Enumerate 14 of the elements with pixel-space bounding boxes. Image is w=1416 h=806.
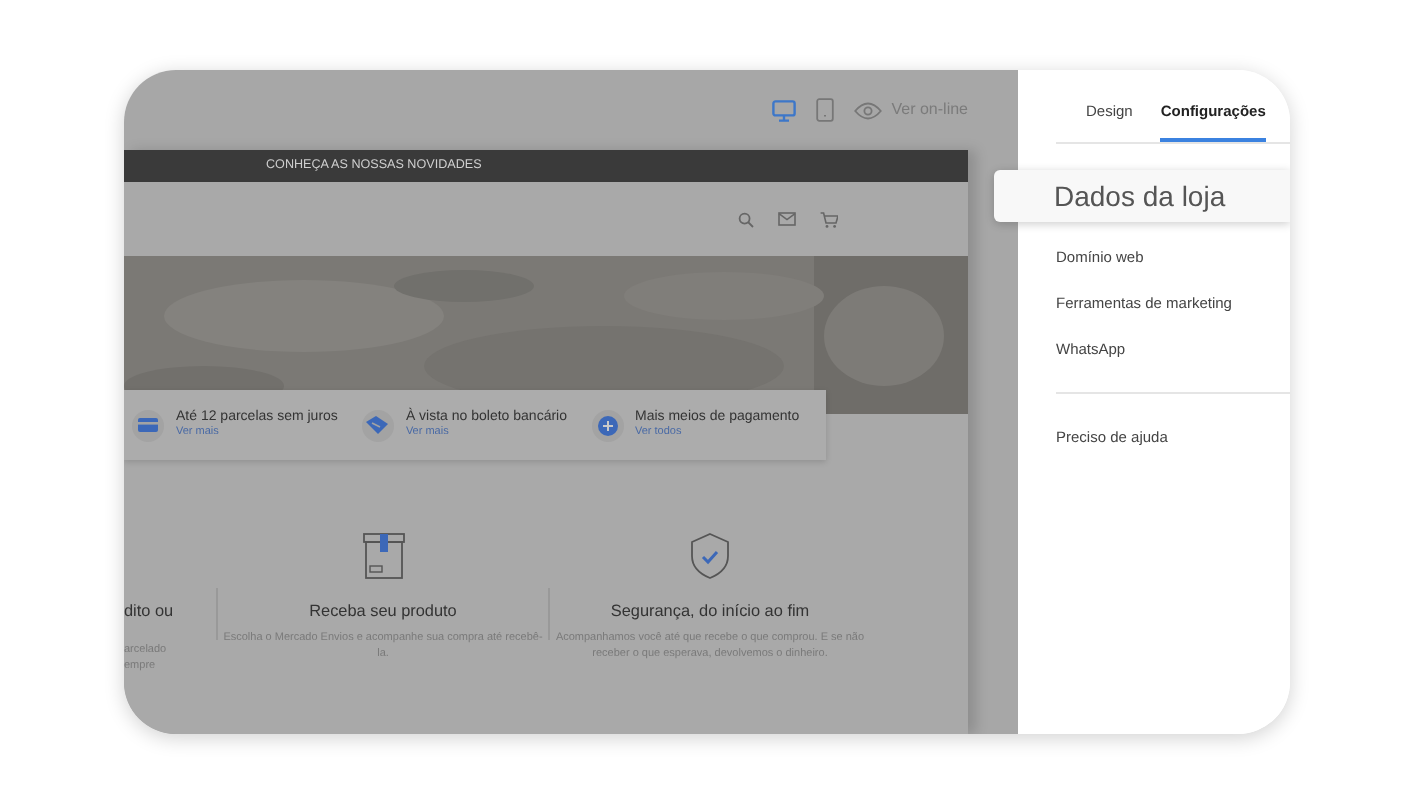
plus-icon	[591, 409, 623, 441]
feature-title: Segurança, do início ao fim	[610, 600, 810, 624]
desktop-button[interactable]	[771, 99, 796, 121]
eye-icon	[853, 101, 882, 119]
box-icon	[361, 532, 405, 580]
mobile-button[interactable]	[815, 98, 834, 122]
feature-title: Receba seu produto	[309, 600, 457, 624]
shield-check-icon	[690, 532, 730, 580]
feature-title: dito ou	[124, 600, 174, 624]
search-icon[interactable]	[738, 211, 754, 227]
mail-icon[interactable]	[778, 212, 796, 226]
menu-item[interactable]: Dados da loja	[994, 170, 1290, 223]
card-icon	[132, 409, 164, 441]
cart-icon[interactable]	[820, 211, 838, 227]
